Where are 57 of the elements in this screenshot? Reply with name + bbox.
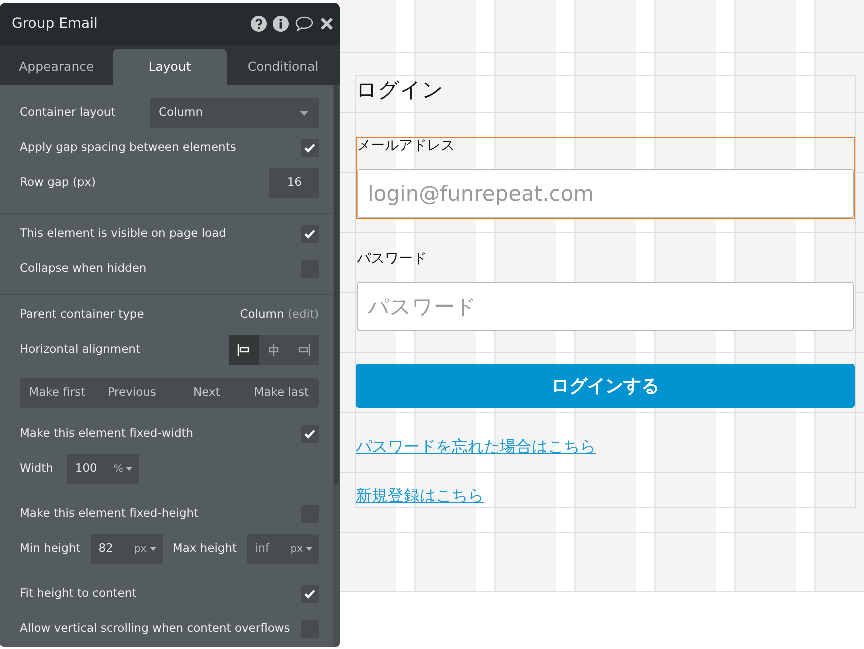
unit-field[interactable]: 82 px	[90, 534, 163, 564]
checkbox-label: Make this element fixed-height	[20, 505, 199, 522]
align-button[interactable]	[229, 335, 259, 365]
order-button[interactable]: Make last	[244, 378, 319, 408]
field-label: パスワード	[357, 251, 428, 268]
panel-title: Group Email	[12, 14, 99, 34]
checkbox-label: This element is visible on page load	[20, 225, 226, 242]
caret-icon	[300, 110, 309, 116]
check-icon	[304, 429, 316, 439]
check-icon	[304, 143, 316, 153]
field-label: Container layout	[20, 104, 116, 122]
scrollbar-thumb[interactable]	[334, 85, 339, 485]
center-align-icon	[267, 343, 281, 357]
checkbox[interactable]	[301, 585, 319, 603]
field-label: Parent container type	[20, 306, 144, 324]
caret-icon	[126, 467, 134, 471]
unit-field[interactable]: 100 %	[67, 454, 140, 484]
order-button[interactable]: Next	[170, 378, 244, 408]
input-field[interactable]: パスワード	[357, 282, 854, 331]
heading: ログイン	[356, 77, 445, 104]
layout-dropdown[interactable]: Column	[150, 98, 319, 128]
checkbox-label: Allow vertical scrolling when content overflows	[20, 620, 290, 638]
caret-icon	[306, 547, 313, 551]
comment-icon[interactable]	[295, 16, 314, 32]
checkbox-label: Apply gap spacing between elements	[20, 139, 236, 156]
input-field[interactable]: login@funrepeat.com	[357, 169, 854, 218]
caret-icon	[150, 547, 157, 551]
left-align-icon	[237, 343, 251, 357]
check-icon	[304, 589, 316, 599]
login-button[interactable]: ログインする	[356, 364, 855, 408]
close-icon[interactable]	[320, 17, 334, 31]
field-label: Width	[20, 460, 54, 478]
field-label: Min height	[20, 540, 81, 558]
field-group[interactable]: メールアドレス login@funrepeat.com	[356, 137, 855, 219]
right-align-icon	[297, 343, 311, 357]
field-label: Horizontal alignment	[20, 341, 140, 358]
checkbox[interactable]	[301, 425, 319, 443]
panel-tab[interactable]: Appearance	[0, 49, 114, 85]
help-icon[interactable]	[251, 16, 267, 32]
order-button[interactable]: Previous	[94, 378, 170, 408]
panel-tab[interactable]: Layout	[113, 49, 227, 85]
field-label: メールアドレス	[357, 138, 456, 155]
checkbox[interactable]	[301, 225, 319, 243]
field-value: Column (edit)	[240, 306, 319, 324]
panel-tab[interactable]: Conditional	[226, 49, 340, 85]
checkbox-label: Collapse when hidden	[20, 260, 147, 278]
check-icon	[304, 229, 316, 239]
info-icon[interactable]	[273, 16, 289, 32]
field-group[interactable]: パスワード パスワード	[356, 250, 855, 332]
field-label: Max height	[172, 540, 237, 558]
order-button[interactable]: Make first	[20, 378, 95, 408]
checkbox-label: Fit height to content	[20, 585, 137, 602]
number-field[interactable]: 16	[269, 168, 319, 198]
checkbox-label: Make this element fixed-width	[20, 425, 194, 442]
field-label: Row gap (px)	[20, 174, 96, 192]
unit-field[interactable]: inf px	[247, 534, 319, 564]
checkbox[interactable]	[301, 139, 319, 157]
